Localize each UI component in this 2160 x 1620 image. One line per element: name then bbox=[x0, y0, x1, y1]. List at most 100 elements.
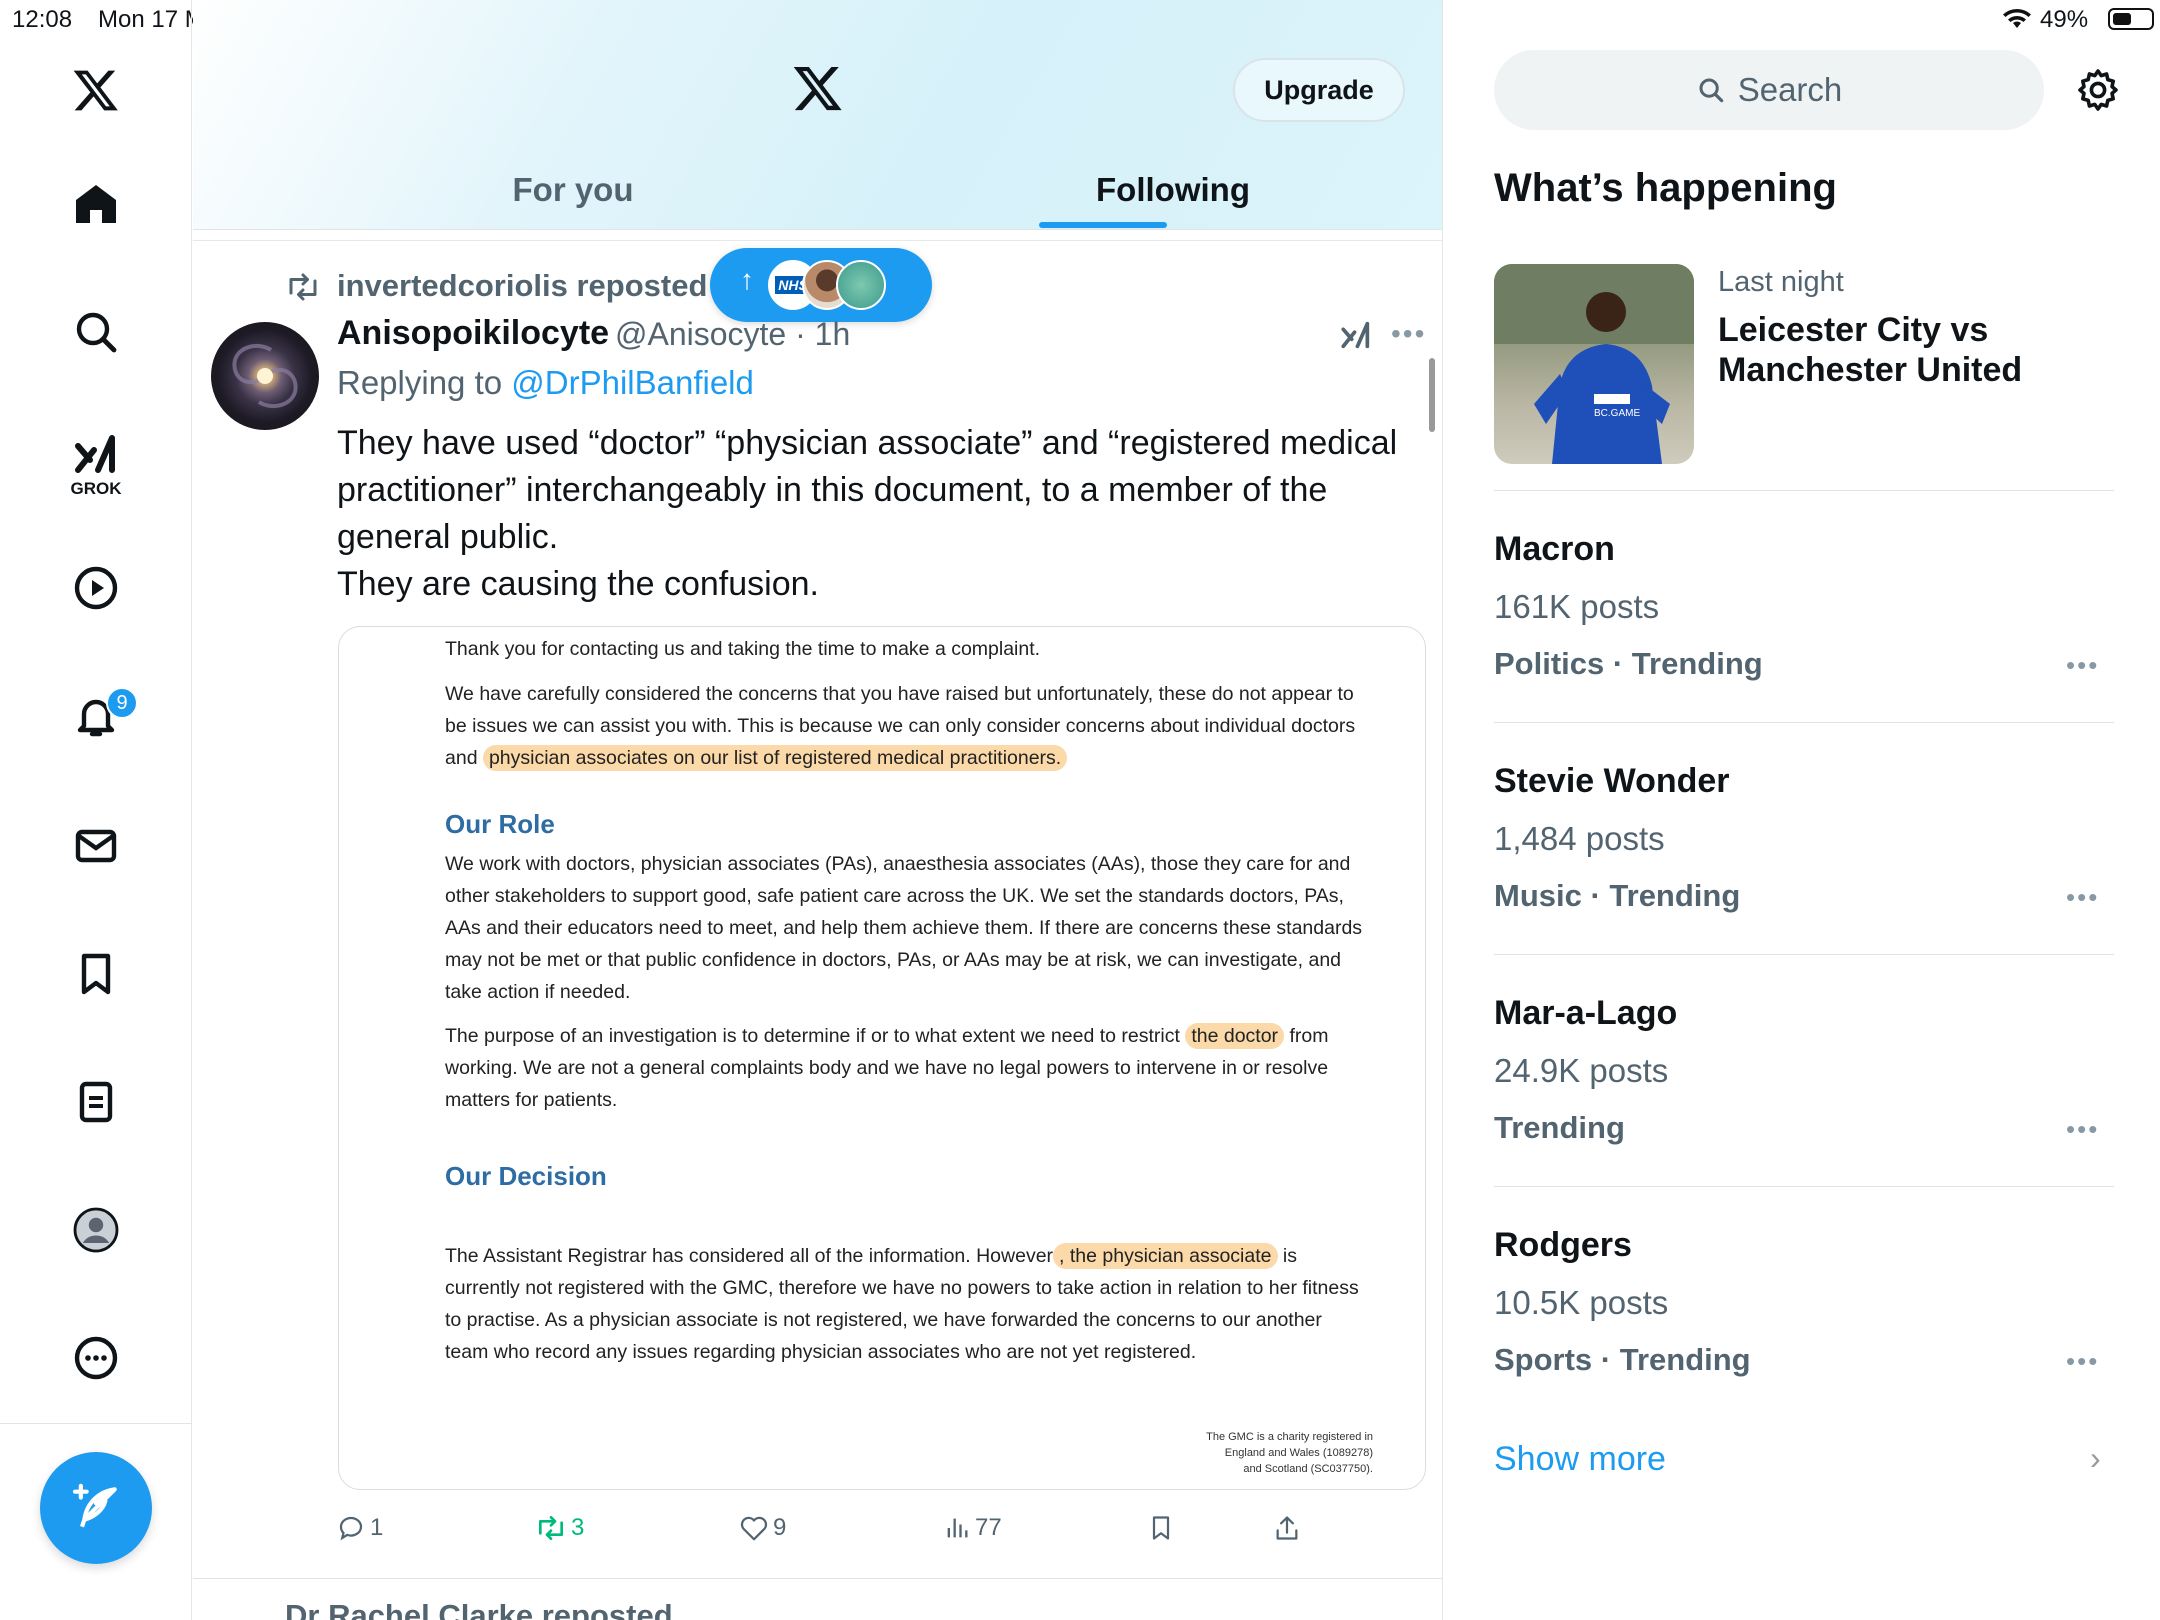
event-title[interactable]: Leicester City vs Manchester United bbox=[1718, 310, 2048, 390]
trend-name[interactable]: Stevie Wonder bbox=[1494, 762, 1730, 801]
event-meta: Last night bbox=[1718, 266, 1844, 298]
search-icon[interactable] bbox=[60, 296, 132, 368]
search-placeholder: Search bbox=[1737, 71, 1843, 108]
nav-divider bbox=[0, 1423, 192, 1424]
doc-footer-line: and Scotland (SC037750). bbox=[1243, 1463, 1373, 1475]
repost-icon bbox=[539, 1516, 563, 1540]
post-text-line: They are causing the confusion. bbox=[337, 565, 819, 603]
doc-paragraph-4: The purpose of an investigation is to de… bbox=[445, 1020, 1365, 1116]
post-divider bbox=[193, 1578, 1442, 1579]
trend-name[interactable]: Mar-a-Lago bbox=[1494, 994, 1677, 1033]
trend-category: Sports · Trending bbox=[1494, 1342, 1751, 1377]
tab-following[interactable]: Following bbox=[1033, 160, 1313, 220]
like-button[interactable]: 9 bbox=[739, 1508, 786, 1548]
compose-feather-icon bbox=[72, 1483, 117, 1528]
reply-button[interactable]: 1 bbox=[336, 1508, 383, 1548]
new-posts-pill[interactable]: ↑ NHS bbox=[710, 248, 932, 322]
post-text-line: general public. bbox=[337, 518, 559, 556]
active-tab-indicator bbox=[1039, 222, 1167, 228]
compose-post-button[interactable] bbox=[40, 1452, 152, 1564]
bookmark-outline-icon bbox=[1152, 1516, 1170, 1540]
doc-heading-our-role: Our Role bbox=[445, 809, 555, 839]
bookmark-icon[interactable] bbox=[60, 938, 132, 1010]
share-upload-icon bbox=[1276, 1516, 1298, 1540]
trend-posts: 24.9K posts bbox=[1494, 1052, 1669, 1089]
trend-more-icon[interactable]: ••• bbox=[2066, 1114, 2099, 1145]
post-top-divider bbox=[193, 240, 1442, 241]
next-post-repost-label[interactable]: Dr Rachel Clarke reposted bbox=[285, 1598, 673, 1620]
views-button[interactable]: 77 bbox=[943, 1508, 1002, 1548]
event-thumbnail[interactable]: BC.GAME bbox=[1494, 264, 1694, 464]
arrow-up-icon: ↑ bbox=[740, 264, 754, 295]
x-logo-icon[interactable] bbox=[60, 54, 132, 126]
repost-label[interactable]: invertedcoriolis reposted bbox=[337, 268, 707, 304]
section-title: What’s happening bbox=[1494, 166, 1837, 210]
tabs-divider bbox=[193, 229, 1442, 230]
x-header-logo-icon[interactable] bbox=[791, 62, 845, 119]
wifi-icon bbox=[2002, 6, 2032, 35]
author-handle-time[interactable]: @Anisocyte · 1h bbox=[615, 316, 850, 353]
trend-posts: 10.5K posts bbox=[1494, 1284, 1669, 1321]
messages-envelope-icon[interactable] bbox=[60, 810, 132, 882]
reply-icon bbox=[339, 1516, 363, 1541]
trend-posts: 161K posts bbox=[1494, 588, 1660, 625]
trend-more-icon[interactable]: ••• bbox=[2066, 882, 2099, 913]
share-button[interactable] bbox=[1273, 1508, 1301, 1548]
trend-more-icon[interactable]: ••• bbox=[2066, 1346, 2099, 1377]
notification-count-badge: 9 bbox=[106, 687, 138, 719]
search-input[interactable]: Search bbox=[1494, 50, 2044, 130]
doc-highlight: , the physician associate bbox=[1053, 1243, 1278, 1269]
more-options-icon[interactable] bbox=[60, 1322, 132, 1394]
lists-icon[interactable] bbox=[60, 1066, 132, 1138]
doc-highlight: physician associates on our list of regi… bbox=[482, 745, 1068, 771]
bookmark-button[interactable] bbox=[1147, 1508, 1175, 1548]
sidebar-divider bbox=[1494, 722, 2114, 723]
upgrade-button[interactable]: Upgrade bbox=[1233, 58, 1405, 122]
replying-to-mention[interactable]: @DrPhilBanfield bbox=[511, 364, 754, 401]
main-timeline: Upgrade For you Following invertedcoriol… bbox=[193, 0, 1443, 1620]
replying-prefix: Replying to bbox=[337, 364, 512, 401]
trend-category: Music · Trending bbox=[1494, 878, 1741, 913]
repost-count: 3 bbox=[571, 1514, 585, 1541]
sidebar-divider bbox=[1494, 1186, 2114, 1187]
doc-highlight: the doctor bbox=[1185, 1023, 1285, 1049]
sidebar-divider bbox=[1494, 490, 2114, 491]
post-image-document[interactable]: Thank you for contacting us and taking t… bbox=[338, 626, 1426, 1490]
post-text: They have used “doctor” “physician assoc… bbox=[337, 420, 1433, 608]
post-more-icon[interactable]: ••• bbox=[1391, 318, 1426, 350]
trend-posts: 1,484 posts bbox=[1494, 820, 1665, 857]
heart-icon bbox=[740, 1516, 768, 1541]
doc-paragraph-2: We have carefully considered the concern… bbox=[445, 678, 1365, 774]
trend-category: Trending bbox=[1494, 1110, 1625, 1145]
author-avatar[interactable] bbox=[211, 322, 319, 430]
repost-button[interactable]: 3 bbox=[535, 1508, 584, 1548]
trend-name[interactable]: Macron bbox=[1494, 530, 1615, 569]
trend-name[interactable]: Rodgers bbox=[1494, 1226, 1632, 1265]
grok-explain-icon[interactable] bbox=[1339, 318, 1373, 357]
grok-label: GROK bbox=[70, 479, 122, 498]
tab-for-you[interactable]: For you bbox=[393, 160, 753, 220]
doc-footer-line: The GMC is a charity registered in bbox=[1206, 1431, 1373, 1443]
home-icon[interactable] bbox=[60, 168, 132, 240]
pill-avatar-org bbox=[836, 260, 886, 310]
trend-more-icon[interactable]: ••• bbox=[2066, 650, 2099, 681]
battery-level bbox=[2113, 13, 2131, 25]
post-text-line: They have used “doctor” “physician assoc… bbox=[337, 424, 1398, 462]
profile-avatar[interactable] bbox=[60, 1194, 132, 1266]
views-bar-icon bbox=[947, 1518, 968, 1538]
show-more-link[interactable]: Show more bbox=[1494, 1440, 1666, 1479]
chevron-right-icon[interactable]: › bbox=[2090, 1440, 2101, 1477]
battery-percentage: 49% bbox=[2040, 6, 2089, 33]
doc-paragraph-1: Thank you for contacting us and taking t… bbox=[445, 638, 1041, 660]
author-name[interactable]: Anisopoikilocyte bbox=[337, 314, 609, 353]
doc-text: The Assistant Registrar has considered a… bbox=[445, 1245, 1054, 1267]
settings-gear-icon[interactable] bbox=[2074, 66, 2122, 119]
video-icon[interactable] bbox=[60, 552, 132, 624]
view-count: 77 bbox=[975, 1514, 1002, 1541]
like-count: 9 bbox=[773, 1514, 787, 1541]
battery-icon bbox=[2108, 8, 2154, 30]
doc-footer: The GMC is a charity registered in Engla… bbox=[1059, 1429, 1373, 1477]
replying-to: Replying to @DrPhilBanfield bbox=[337, 364, 754, 402]
shirt-sponsor-text: BC.GAME bbox=[1594, 408, 1640, 419]
trend-category: Politics · Trending bbox=[1494, 646, 1763, 681]
